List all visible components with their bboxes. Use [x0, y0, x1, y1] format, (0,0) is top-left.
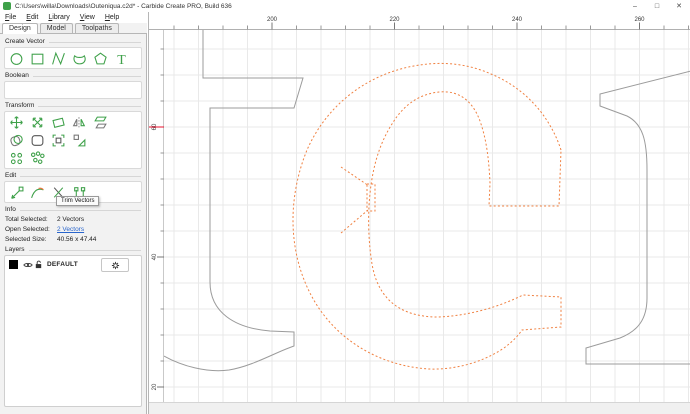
info-open-selected: Open Selected: 2 Vectors — [5, 226, 85, 233]
info-selected-size: Selected Size: 40.56 x 47.44 — [5, 236, 97, 243]
create-vector-label: Create Vector — [5, 38, 45, 45]
design-canvas[interactable] — [164, 30, 690, 402]
circle-icon[interactable] — [8, 50, 25, 66]
menu-view[interactable]: View — [75, 14, 100, 21]
text-icon[interactable]: T — [113, 50, 130, 66]
minimize-button[interactable]: – — [624, 0, 646, 12]
offset-icon[interactable] — [8, 132, 25, 148]
move-icon[interactable] — [8, 114, 25, 130]
scale-icon[interactable] — [29, 114, 46, 130]
visibility-eye-icon[interactable] — [22, 260, 33, 270]
maximize-button[interactable]: □ — [646, 0, 668, 12]
polyline-icon[interactable] — [50, 50, 67, 66]
svg-text:220: 220 — [389, 17, 400, 23]
layer-color-swatch[interactable] — [9, 260, 18, 269]
create-vector-toolbox: T — [4, 47, 142, 69]
resize-icon[interactable] — [71, 132, 88, 148]
svg-text:T: T — [117, 52, 126, 65]
tooltip-trim-vectors: Trim Vectors — [56, 196, 100, 206]
circular-array-icon[interactable] — [8, 150, 25, 166]
ruler-corner — [149, 12, 164, 30]
layer-name: DEFAULT — [47, 261, 78, 268]
info-total-selected: Total Selected: 2 Vectors — [5, 216, 85, 223]
vertical-ruler: 60 40 20 — [149, 30, 164, 402]
transform-toolbox — [4, 111, 142, 169]
transform-label: Transform — [5, 102, 35, 109]
svg-text:200: 200 — [267, 17, 278, 23]
layer-settings-button[interactable] — [101, 258, 129, 272]
linear-array-icon[interactable] — [29, 150, 46, 166]
lock-icon[interactable] — [33, 260, 44, 270]
boolean-label: Boolean — [5, 72, 29, 79]
align-icon[interactable] — [50, 132, 67, 148]
canvas-area: 200 220 240 260 60 40 20 — [148, 12, 690, 414]
mirror-icon[interactable] — [71, 114, 88, 130]
menu-help[interactable]: Help — [100, 14, 124, 21]
menu-bar: File Edit Library View Help — [0, 12, 148, 23]
polygon-icon[interactable] — [92, 50, 109, 66]
gear-icon — [111, 261, 119, 269]
info-label: Info — [5, 206, 16, 213]
fair-curve-icon[interactable] — [29, 184, 46, 200]
fillet-icon[interactable] — [29, 132, 46, 148]
curve-icon[interactable] — [71, 50, 88, 66]
boolean-toolbox — [4, 81, 142, 99]
rotate-icon[interactable] — [50, 114, 67, 130]
layer-row-default[interactable]: DEFAULT — [7, 258, 139, 272]
layers-list: DEFAULT — [4, 255, 142, 407]
canvas-bottom-strip — [149, 402, 690, 414]
menu-file[interactable]: File — [0, 14, 21, 21]
menu-library[interactable]: Library — [43, 14, 74, 21]
vertical-ruler-label: 20 — [152, 383, 158, 390]
design-panel: Create Vector T Boolean Transform Edit I… — [0, 34, 147, 414]
rectangle-icon[interactable] — [29, 50, 46, 66]
selected-letter-c[interactable] — [292, 62, 562, 370]
layers-label: Layers — [5, 246, 25, 253]
skew-icon[interactable] — [92, 114, 109, 130]
menu-edit[interactable]: Edit — [21, 14, 43, 21]
edit-label: Edit — [5, 172, 17, 179]
horizontal-ruler: 200 220 240 260 — [164, 12, 690, 30]
close-button[interactable]: ✕ — [668, 0, 690, 12]
tab-toolpaths[interactable]: Toolpaths — [74, 23, 119, 33]
svg-text:260: 260 — [634, 17, 645, 23]
window-title: C:\Users\willa\Downloads\Outeniqua.c2d* … — [15, 2, 232, 10]
selected-notch-rect[interactable] — [366, 183, 376, 212]
edit-nodes-icon[interactable] — [8, 184, 25, 200]
letter-outline-left[interactable] — [164, 30, 304, 372]
app-window: C:\Users\willa\Downloads\Outeniqua.c2d* … — [0, 0, 690, 414]
main-tabs: Design Model Toolpaths — [0, 23, 147, 34]
tab-design[interactable]: Design — [2, 23, 38, 34]
svg-text:240: 240 — [512, 17, 523, 23]
tab-model[interactable]: Model — [39, 23, 73, 33]
open-vectors-link[interactable]: 2 Vectors — [57, 226, 84, 233]
letter-outline-right[interactable] — [585, 70, 690, 365]
app-icon — [3, 2, 11, 10]
vertical-ruler-label: 40 — [152, 253, 158, 260]
